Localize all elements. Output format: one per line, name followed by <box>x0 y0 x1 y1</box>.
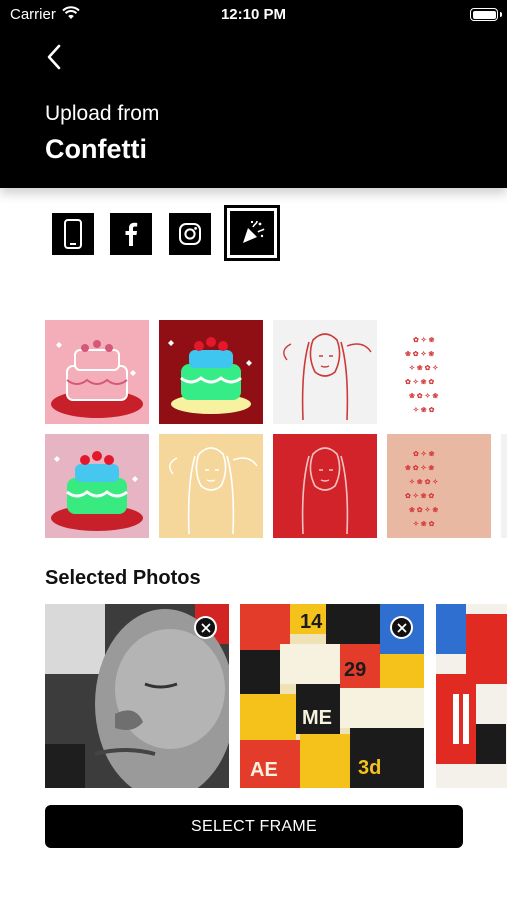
status-bar: Carrier 12:10 PM <box>0 0 507 28</box>
page-title: Confetti <box>45 134 147 164</box>
remove-photo-button[interactable] <box>390 616 413 639</box>
selected-photo[interactable] <box>45 604 229 788</box>
svg-text:❀ ✿ ✧ ❀: ❀ ✿ ✧ ❀ <box>409 506 438 514</box>
gallery-thumb[interactable] <box>45 320 149 424</box>
svg-text:✧ ❀ ✿: ✧ ❀ ✿ <box>413 406 435 414</box>
source-confetti-button[interactable] <box>224 205 280 261</box>
selected-photos-row: 14 29 ME 3d AE <box>45 604 507 788</box>
svg-text:✿ ✧ ❀ ✿: ✿ ✧ ❀ ✿ <box>405 378 434 386</box>
gallery-thumb[interactable]: ✿ ✧ ❀ ❀ ✿ ✧ ❀ ✧ ❀ ✿ ✧ ✿ ✧ ❀ ✿ ❀ ✿ ✧ ❀ ✧ ❀ ✿ <box>387 434 491 538</box>
svg-text:❀ ✿ ✧ ❀: ❀ ✿ ✧ ❀ <box>405 464 434 472</box>
svg-text:14: 14 <box>300 611 323 633</box>
selected-photos-heading: Selected Photos <box>45 567 201 589</box>
svg-text:✧ ❀ ✿ ✧: ✧ ❀ ✿ ✧ <box>409 364 438 372</box>
gallery-thumb[interactable] <box>273 320 377 424</box>
red-collage-image <box>436 604 507 788</box>
svg-text:❀ ✿ ✧ ❀: ❀ ✿ ✧ ❀ <box>409 392 438 400</box>
gallery-thumb[interactable]: ✿ ✧ ❀ ❀ ✿ ✧ ❀ ✧ ❀ ✿ ✧ ✿ ✧ ❀ ✿ ❀ ✿ ✧ ❀ ✧ ❀ ✿ <box>387 320 491 424</box>
svg-text:✿ ✧ ❀ ✿: ✿ ✧ ❀ ✿ <box>405 492 434 500</box>
svg-text:✿ ✧ ❀: ✿ ✧ ❀ <box>413 336 435 344</box>
selected-photo[interactable] <box>436 604 507 788</box>
remove-photo-button[interactable] <box>194 616 217 639</box>
select-frame-button[interactable]: SELECT FRAME <box>45 805 463 848</box>
back-chevron-icon[interactable] <box>40 40 70 74</box>
svg-text:✧ ❀ ✿: ✧ ❀ ✿ <box>413 520 435 528</box>
cake-illustration <box>51 451 143 531</box>
facebook-icon <box>125 222 138 246</box>
cake-illustration <box>51 340 143 418</box>
close-icon <box>397 623 406 632</box>
phone-icon <box>64 219 82 249</box>
gallery-thumb[interactable] <box>273 434 377 538</box>
svg-text:❀ ✿ ✧ ❀: ❀ ✿ ✧ ❀ <box>405 350 434 358</box>
gallery-thumb[interactable] <box>159 434 263 538</box>
confetti-icon <box>243 220 265 243</box>
pattern-illustration: ✿ ✧ ❀ ❀ ✿ ✧ ❀ ✧ ❀ ✿ ✧ ✿ ✧ ❀ ✿ ❀ ✿ ✧ ❀ ✧ ❀ ✿ <box>405 336 438 414</box>
header-subtitle: Upload from <box>45 102 160 125</box>
source-facebook-button[interactable] <box>110 213 152 255</box>
gallery-thumb[interactable] <box>501 434 507 538</box>
portrait-illustration <box>283 333 372 421</box>
cake-illustration <box>168 337 252 414</box>
svg-text:ME: ME <box>302 707 332 729</box>
gallery-thumb[interactable] <box>45 434 149 538</box>
gallery-thumb[interactable] <box>159 320 263 424</box>
svg-text:3d: 3d <box>358 757 381 779</box>
clock: 12:10 PM <box>220 6 287 23</box>
instagram-icon <box>179 223 201 245</box>
close-icon <box>201 623 210 632</box>
battery-icon <box>470 8 502 21</box>
source-instagram-button[interactable] <box>169 213 211 255</box>
portrait-illustration <box>301 447 349 535</box>
pattern-illustration: ✿ ✧ ❀ ❀ ✿ ✧ ❀ ✧ ❀ ✿ ✧ ✿ ✧ ❀ ✿ ❀ ✿ ✧ ❀ ✧ ❀ ✿ <box>405 450 438 528</box>
svg-text:✿ ✧ ❀: ✿ ✧ ❀ <box>413 450 435 458</box>
svg-text:AE: AE <box>250 759 278 781</box>
photo-gallery: ✿ ✧ ❀ ❀ ✿ ✧ ❀ ✧ ❀ ✿ ✧ ✿ ✧ ❀ ✿ ❀ ✿ ✧ ❀ ✧ ❀ ✿ <box>45 320 507 540</box>
svg-text:29: 29 <box>344 659 366 681</box>
portrait-illustration <box>169 447 258 535</box>
svg-text:✧ ❀ ✿ ✧: ✧ ❀ ✿ ✧ <box>409 478 438 486</box>
selected-photo[interactable]: 14 29 ME 3d AE <box>240 604 424 788</box>
source-phone-button[interactable] <box>52 213 94 255</box>
header: Carrier 12:10 PM Upload from Confetti <box>0 0 507 188</box>
